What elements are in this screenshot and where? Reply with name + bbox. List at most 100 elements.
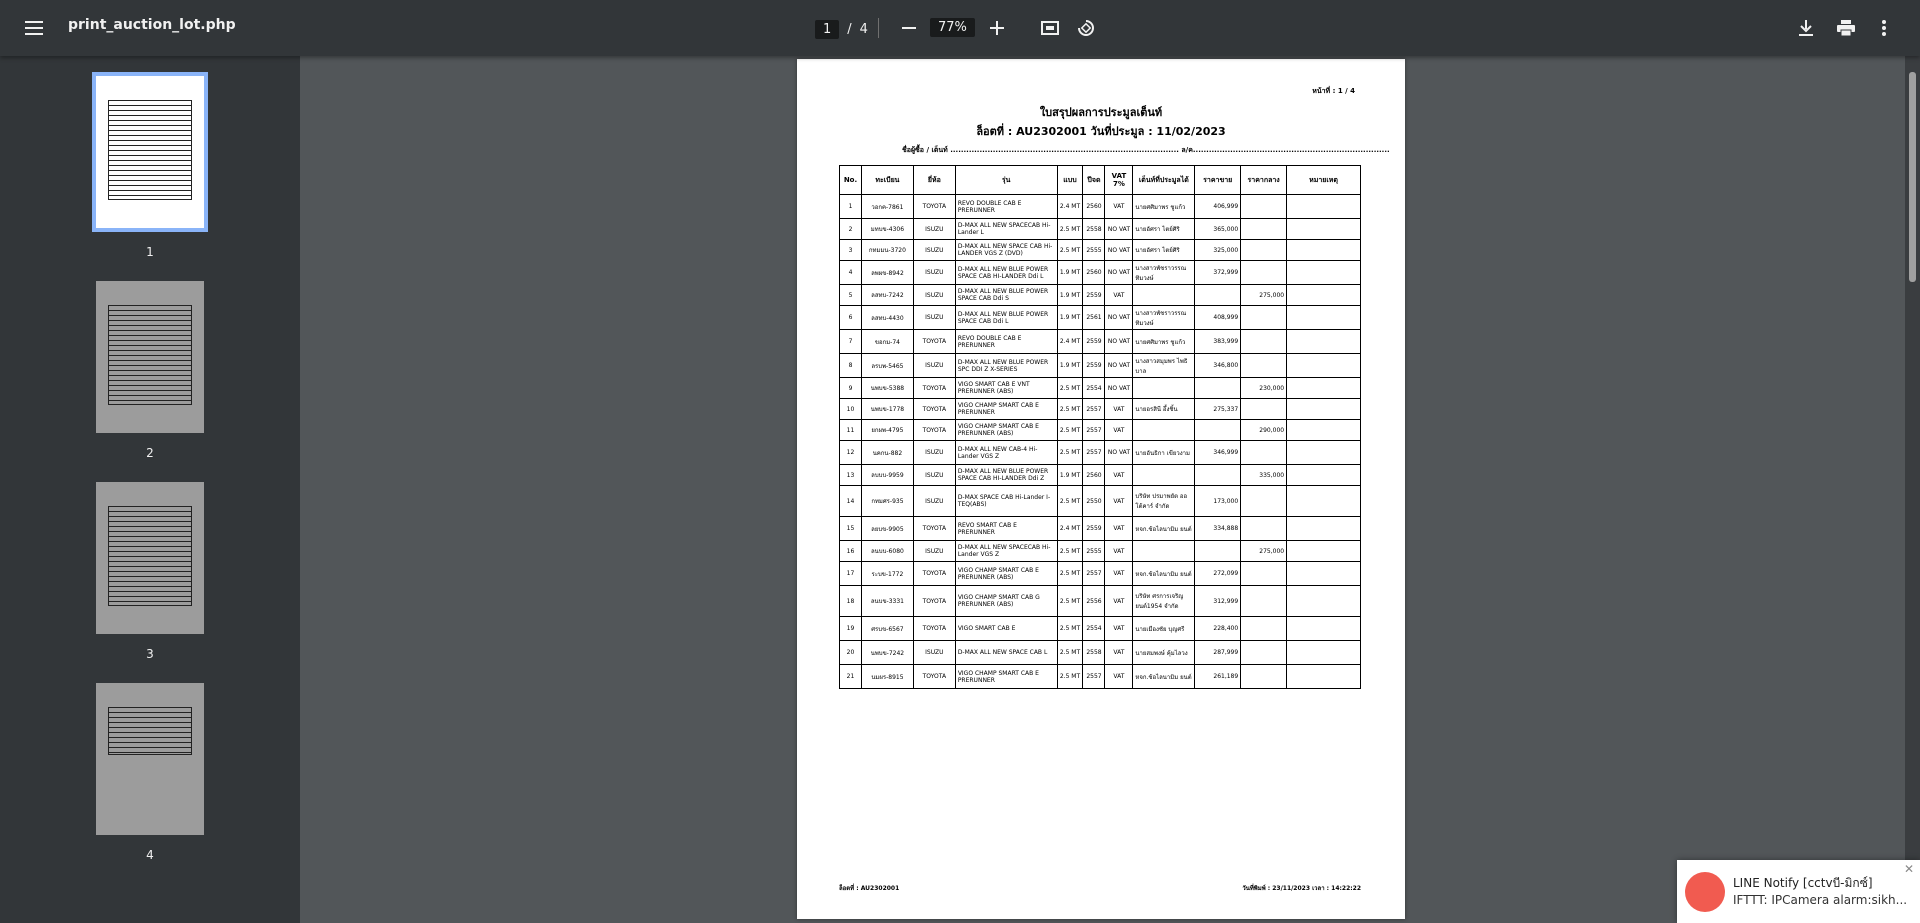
table-cell: 2557 — [1082, 398, 1106, 420]
table-cell — [1286, 616, 1361, 641]
table-row: 8 ลรบพ-5465 ISUZU D-MAX ALL NEW BLUE POWER … — [839, 353, 1361, 378]
table-cell: 312,999 — [1194, 585, 1242, 617]
table-cell: นางสาวพัชราวรรณ ทิมวงษ์ — [1132, 305, 1196, 330]
table-cell: 6 — [839, 305, 862, 330]
table-cell: 2554 — [1082, 616, 1106, 641]
pdf-page: หน้าที่ : 1 / 4 ใบสรุปผลการประมูลเต็นท์ … — [797, 59, 1405, 919]
table-cell: 346,800 — [1194, 353, 1242, 378]
table-cell: 365,000 — [1194, 218, 1242, 240]
table-cell: นายอัศรา ไตย์ศิริ — [1132, 239, 1196, 261]
table-cell: หจก.ช้อไลนามิม ยนต์ — [1132, 516, 1196, 541]
table-cell: VIGO SMART CAB E VNT PRERUNNER (ABS) — [954, 377, 1058, 399]
scrollbar-thumb[interactable] — [1909, 72, 1916, 282]
table-cell: 17 — [839, 561, 862, 586]
table-cell: 11 — [839, 419, 862, 441]
zoom-level-input[interactable]: 77% — [930, 18, 975, 37]
table-cell: D-MAX ALL NEW BLUE POWER SPACE CAB Ddi S — [954, 284, 1058, 306]
table-cell: 372,999 — [1194, 260, 1242, 285]
table-cell: 275,000 — [1240, 284, 1288, 306]
fit-to-page-icon[interactable] — [1034, 12, 1066, 44]
table-cell: 2561 — [1082, 305, 1106, 330]
table-cell — [1194, 377, 1242, 399]
table-cell: นมผร-8915 — [860, 664, 914, 689]
table-cell: ลบบบ-9959 — [860, 464, 914, 486]
table-cell — [1240, 194, 1288, 219]
table-cell: ลยบข-9905 — [860, 516, 914, 541]
notification-title: LINE Notify [cctvบี-มิกซ์] — [1733, 876, 1873, 890]
table-cell — [1286, 516, 1361, 541]
document-title: print_auction_lot.php — [68, 17, 236, 33]
page-thumbnail-3[interactable] — [96, 482, 204, 634]
table-cell: TOYOTA — [912, 398, 956, 420]
table-cell: 1.9 MT — [1056, 305, 1084, 330]
page-thumbnail-1[interactable] — [92, 72, 208, 232]
table-row: 6 ลสทบ-4430 ISUZU D-MAX ALL NEW BLUE POWER … — [839, 305, 1361, 330]
table-cell: D-MAX ALL NEW SPACE CAB L — [954, 640, 1058, 665]
table-cell — [1240, 485, 1288, 517]
rotate-icon[interactable] — [1070, 12, 1102, 44]
table-cell: VAT — [1104, 516, 1134, 541]
table-cell: D-MAX ALL NEW BLUE POWER SPACE CAB HI-LA… — [954, 260, 1058, 285]
line-notification-toast[interactable]: LINE Notify [cctvบี-มิกซ์] IFTTT: IPCame… — [1677, 860, 1920, 923]
table-row: 20 นพบข-7242 ISUZU D-MAX ALL NEW SPACE CAB … — [839, 640, 1361, 665]
table-cell — [1286, 353, 1361, 378]
table-cell — [1194, 464, 1242, 486]
print-icon[interactable] — [1830, 12, 1862, 44]
menu-icon[interactable] — [18, 12, 50, 44]
table-cell — [1240, 616, 1288, 641]
table-cell: VIGO CHAMP SMART CAB E PRERUNNER (ABS) — [954, 419, 1058, 441]
table-cell: ลพผข-8942 — [860, 260, 914, 285]
table-cell: TOYOTA — [912, 377, 956, 399]
document-heading: ใบสรุปผลการประมูลเต็นท์ — [1039, 106, 1163, 119]
table-cell: ISUZU — [912, 540, 956, 562]
table-cell: VAT — [1104, 194, 1134, 219]
close-icon[interactable]: ✕ — [1904, 862, 1914, 876]
table-cell: 2559 — [1082, 284, 1106, 306]
table-cell: TOYOTA — [912, 664, 956, 689]
page-number-input[interactable]: 1 — [815, 19, 840, 39]
page-thumbnail-2[interactable] — [96, 281, 204, 433]
zoom-in-icon[interactable] — [981, 12, 1013, 44]
table-cell: ลนบข-3331 — [860, 585, 914, 617]
table-cell: 1.9 MT — [1056, 464, 1084, 486]
table-cell: ISUZU — [912, 239, 956, 261]
table-cell — [1240, 353, 1288, 378]
table-cell: D-MAX ALL NEW SPACECAB Hi-Lander VGS Z — [954, 540, 1058, 562]
page-thumbnail-label: 2 — [146, 446, 154, 460]
table-cell: กทมมน-3720 — [860, 239, 914, 261]
table-cell: ISUZU — [912, 464, 956, 486]
column-header: แบบ — [1056, 165, 1084, 195]
table-cell — [1132, 284, 1196, 306]
more-options-icon[interactable] — [1868, 12, 1900, 44]
table-cell — [1286, 585, 1361, 617]
document-viewer[interactable]: หน้าที่ : 1 / 4 ใบสรุปผลการประมูลเต็นท์ … — [300, 56, 1920, 923]
column-header: ราคาขาย — [1194, 165, 1242, 195]
table-row: 18 ลนบข-3331 TOYOTA VIGO CHAMP SMART CAB G … — [839, 585, 1361, 617]
table-cell: 9 — [839, 377, 862, 399]
table-cell: 2550 — [1082, 485, 1106, 517]
table-cell: 2555 — [1082, 540, 1106, 562]
table-cell: 2556 — [1082, 585, 1106, 617]
table-cell: TOYOTA — [912, 516, 956, 541]
table-cell: REVO SMART CAB E PRERUNNER — [954, 516, 1058, 541]
table-cell: VIGO CHAMP SMART CAB G PRERUNNER (ABS) — [954, 585, 1058, 617]
table-cell: VAT — [1104, 398, 1134, 420]
table-cell: D-MAX ALL NEW BLUE POWER SPC DDI Z X-SER… — [954, 353, 1058, 378]
table-cell: มทบข-4306 — [860, 218, 914, 240]
table-cell — [1286, 260, 1361, 285]
table-cell: TOYOTA — [912, 194, 956, 219]
page-thumbnail-4[interactable] — [96, 683, 204, 835]
table-cell — [1240, 260, 1288, 285]
table-cell: ลรบพ-5465 — [860, 353, 914, 378]
table-cell: นายอรสินี อึ้งชิ้น — [1132, 398, 1196, 420]
page-total: 4 — [859, 21, 868, 37]
table-cell: D-MAX ALL NEW SPACECAB Hi-Lander L — [954, 218, 1058, 240]
table-cell: ISUZU — [912, 305, 956, 330]
zoom-out-icon[interactable] — [893, 12, 925, 44]
download-icon[interactable] — [1790, 12, 1822, 44]
table-cell: นางสาวสมุมพร ไพธิบาล — [1132, 353, 1196, 378]
table-cell: 4 — [839, 260, 862, 285]
vertical-scrollbar[interactable] — [1905, 56, 1920, 923]
table-cell: 261,189 — [1194, 664, 1242, 689]
table-cell: 2.5 MT — [1056, 419, 1084, 441]
